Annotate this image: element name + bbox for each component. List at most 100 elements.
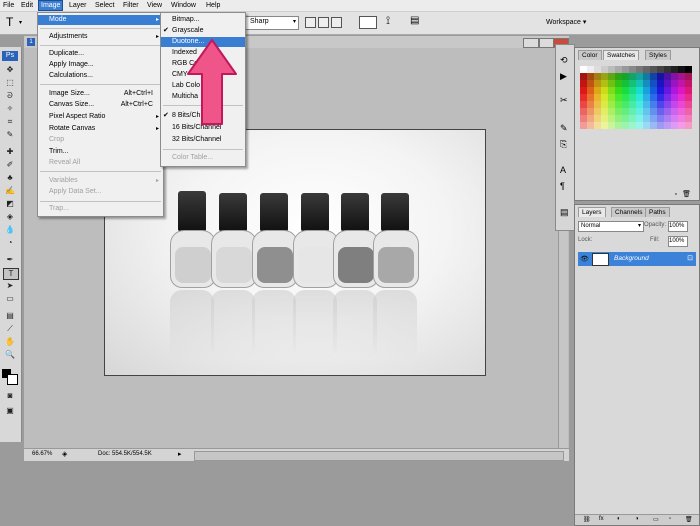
tool-presets-icon[interactable]: ✂ — [560, 95, 568, 106]
swatch[interactable] — [601, 94, 608, 101]
swatch[interactable] — [657, 87, 664, 94]
new-swatch-icon[interactable]: ▫ — [675, 191, 677, 198]
status-menu-arrow-icon[interactable]: ▸ — [178, 450, 182, 458]
swatch[interactable] — [678, 94, 685, 101]
swatch[interactable] — [636, 101, 643, 108]
blur-tool-icon[interactable]: 💧 — [3, 225, 17, 235]
swatch[interactable] — [643, 66, 650, 73]
history-brush-icon[interactable]: ✍ — [3, 186, 17, 196]
swatch[interactable] — [594, 73, 601, 80]
swatch[interactable] — [580, 101, 587, 108]
swatch[interactable] — [685, 80, 692, 87]
pen-tool-icon[interactable]: ✒ — [3, 255, 17, 265]
screen-mode-icon[interactable]: ▣ — [3, 406, 17, 416]
swatch[interactable] — [622, 94, 629, 101]
menu-layer[interactable]: Layer — [67, 1, 89, 10]
swatch[interactable] — [671, 87, 678, 94]
menu-item-canvas-size[interactable]: Canvas Size... Alt+Ctrl+C — [38, 100, 163, 110]
menu-item-pixel-aspect-ratio[interactable]: Pixel Aspect Ratio ▸ — [38, 112, 163, 122]
swatch[interactable] — [601, 122, 608, 129]
text-tool-icon[interactable]: T — [3, 268, 19, 280]
swatch[interactable] — [608, 94, 615, 101]
swatch[interactable] — [615, 108, 622, 115]
align-left-icon[interactable] — [305, 17, 316, 28]
paragraph-panel-icon[interactable]: ¶ — [560, 181, 565, 191]
swatch[interactable] — [650, 94, 657, 101]
swatch[interactable] — [685, 66, 692, 73]
warp-text-icon[interactable]: ⟟ — [386, 15, 390, 28]
antialias-select[interactable]: Sharp ▾ — [245, 16, 299, 30]
swatch[interactable] — [601, 73, 608, 80]
zoom-tool-icon[interactable]: 🔍 — [3, 350, 17, 360]
chevron-down-icon[interactable]: ▾ — [19, 19, 22, 26]
swatch[interactable] — [622, 101, 629, 108]
swatch[interactable] — [650, 87, 657, 94]
character-panel-icon[interactable]: A — [560, 165, 566, 175]
menu-file[interactable]: File — [1, 1, 16, 10]
swatch[interactable] — [629, 122, 636, 129]
swatch[interactable] — [664, 87, 671, 94]
menu-item-trim[interactable]: Trim... — [38, 147, 163, 157]
swatch[interactable] — [671, 108, 678, 115]
swatch[interactable] — [643, 108, 650, 115]
swatch[interactable] — [594, 115, 601, 122]
horizontal-scrollbar[interactable] — [194, 451, 564, 461]
swatch[interactable] — [587, 115, 594, 122]
swatch[interactable] — [622, 115, 629, 122]
swatch[interactable] — [587, 73, 594, 80]
swatch[interactable] — [580, 66, 587, 73]
swatch[interactable] — [601, 66, 608, 73]
swatch[interactable] — [671, 80, 678, 87]
crop-tool-icon[interactable]: ⌗ — [3, 117, 17, 127]
notes-tool-icon[interactable]: ▤ — [3, 311, 17, 321]
marquee-tool-icon[interactable]: ⬚ — [3, 78, 17, 88]
swatch[interactable] — [650, 115, 657, 122]
menu-image[interactable]: Image — [38, 0, 64, 11]
swatch[interactable] — [671, 73, 678, 80]
eyedropper-icon[interactable]: ⟋ — [3, 324, 17, 334]
swatch[interactable] — [580, 108, 587, 115]
menu-view[interactable]: View — [145, 1, 164, 10]
swatch-grid[interactable] — [580, 66, 693, 130]
tab-color[interactable]: Color — [578, 50, 602, 60]
folder-icon[interactable]: ▭ — [653, 516, 659, 523]
swatch[interactable] — [587, 122, 594, 129]
menu-item-bitmap[interactable]: Bitmap... — [161, 15, 245, 25]
swatch[interactable] — [678, 122, 685, 129]
blend-mode-select[interactable]: Normal ▾ — [578, 221, 644, 232]
path-selection-icon[interactable]: ➤ — [3, 281, 17, 291]
menu-window[interactable]: Window — [169, 1, 198, 10]
swatch[interactable] — [608, 115, 615, 122]
eraser-tool-icon[interactable]: ◩ — [3, 199, 17, 209]
zoom-level[interactable]: 66.67% — [32, 451, 52, 457]
history-panel-icon[interactable]: ⟲ — [560, 55, 568, 66]
swatch[interactable] — [615, 66, 622, 73]
swatch[interactable] — [587, 66, 594, 73]
swatch[interactable] — [657, 115, 664, 122]
swatch[interactable] — [594, 108, 601, 115]
swatch[interactable] — [622, 73, 629, 80]
menu-edit[interactable]: Edit — [19, 1, 35, 10]
hand-tool-icon[interactable]: ✋ — [3, 337, 17, 347]
background-color[interactable] — [7, 374, 18, 385]
menu-item-rotate-canvas[interactable]: Rotate Canvas ▸ — [38, 124, 163, 134]
swatch[interactable] — [594, 66, 601, 73]
link-icon[interactable]: ⛓ — [583, 516, 591, 523]
swatch[interactable] — [636, 87, 643, 94]
brush-tool-icon[interactable]: ✐ — [3, 160, 17, 170]
swatch[interactable] — [636, 94, 643, 101]
actions-panel-icon[interactable]: ▶ — [560, 71, 567, 82]
status-info-icon[interactable]: ◈ — [62, 450, 67, 458]
fx-icon[interactable]: fx — [599, 516, 604, 522]
tab-channels[interactable]: Channels — [611, 207, 647, 217]
swatch[interactable] — [678, 66, 685, 73]
swatch[interactable] — [678, 115, 685, 122]
swatch[interactable] — [629, 73, 636, 80]
layer-comps-icon[interactable]: ▤ — [560, 207, 569, 218]
swatch[interactable] — [580, 94, 587, 101]
tab-layers[interactable]: Layers — [578, 207, 606, 217]
swatch[interactable] — [615, 87, 622, 94]
menu-item-apply-image[interactable]: Apply Image... — [38, 60, 163, 70]
swatch[interactable] — [629, 101, 636, 108]
swatch[interactable] — [615, 115, 622, 122]
